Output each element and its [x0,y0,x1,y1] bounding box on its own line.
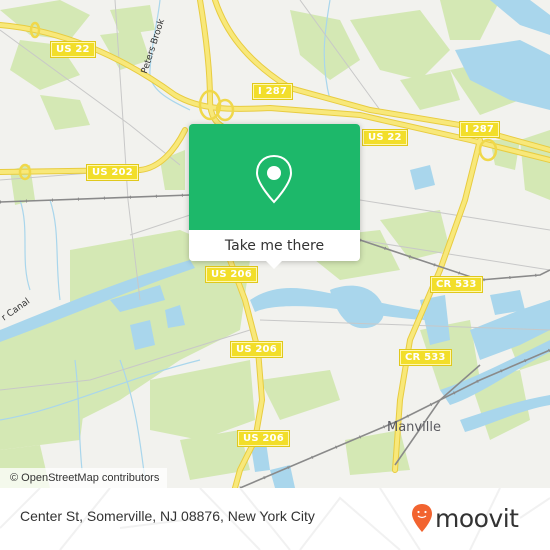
footer-bar: Center St, Somerville, NJ 08876, New Yor… [0,488,550,550]
road-shield-us22-west: US 22 [50,41,96,58]
moovit-logo[interactable]: moovit [411,500,519,536]
road-shield-us206-south: US 206 [237,430,290,447]
location-popup: Take me there [189,124,360,269]
moovit-wordmark: moovit [435,503,519,533]
road-shield-cr533-south: CR 533 [399,349,452,366]
road-shield-us206-mid: US 206 [230,341,283,358]
take-me-there-label: Take me there [224,237,325,254]
popup-pointer [265,260,283,269]
map-view[interactable]: Peters Brook r Canal US 22 I 287 US 22 I… [0,0,550,488]
road-shield-i287-east: I 287 [458,121,501,138]
road-shield-us22-center: US 22 [362,129,408,146]
location-pin-icon [255,154,293,204]
take-me-there-button[interactable]: Take me there [189,230,360,261]
place-label-manville: Manville [387,420,441,435]
moovit-pin-icon [412,504,432,532]
road-shield-us202: US 202 [86,164,139,181]
address-text: Center St, Somerville, NJ 08876, New Yor… [20,508,315,524]
popup-header [189,124,360,230]
road-shield-i287-center: I 287 [251,83,294,100]
map-attribution[interactable]: © OpenStreetMap contributors [0,468,168,488]
road-shield-cr533-north: CR 533 [430,276,483,293]
road-shield-us206-north: US 206 [205,266,258,283]
